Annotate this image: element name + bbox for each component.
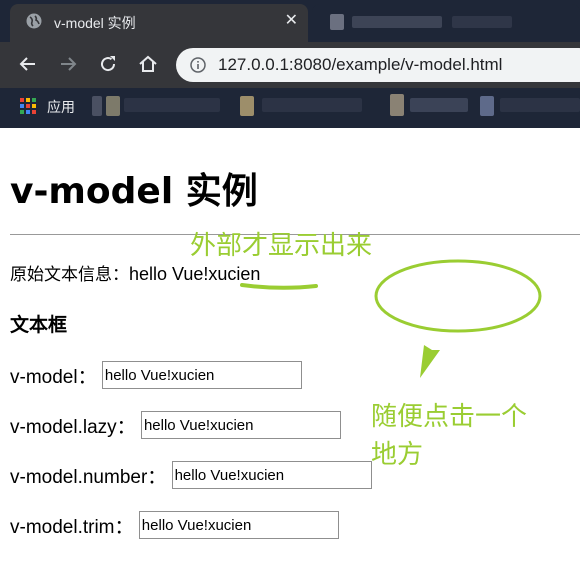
browser-toolbar: 127.0.0.1:8080/example/v-model.html — [0, 42, 580, 88]
back-arrow-icon[interactable] — [16, 52, 40, 76]
field-row-v-model-number: v-model.number： — [10, 461, 372, 489]
blurred-bookmark[interactable] — [92, 96, 102, 116]
field-label: v-model.number： — [10, 466, 167, 488]
reload-icon[interactable] — [96, 52, 120, 76]
tab-title: v-model 实例 — [54, 15, 136, 31]
info-icon[interactable] — [190, 57, 206, 73]
field-label: v-model.trim： — [10, 516, 134, 538]
page-title: v-model 实例 — [10, 171, 258, 212]
v-model-input[interactable] — [101, 361, 302, 389]
field-row-v-model: v-model： — [10, 361, 302, 389]
blurred-favicon — [330, 14, 344, 30]
v-model-trim-input[interactable] — [138, 511, 339, 539]
blurred-bookmark[interactable] — [500, 98, 580, 112]
original-text-label: 原始文本信息： — [10, 265, 129, 285]
annotation-right-line2: 地方 — [371, 440, 424, 470]
page-content: v-model 实例 原始文本信息：hello Vue!xucien 文本框 v… — [0, 128, 580, 582]
bookmarks-bar: 应用 — [0, 88, 580, 128]
blurred-bookmark[interactable] — [410, 98, 468, 112]
home-icon[interactable] — [136, 52, 160, 76]
field-row-v-model-trim: v-model.trim： — [10, 511, 339, 539]
blurred-bookmark[interactable] — [480, 96, 494, 116]
annotation-right-line1: 随便点击一个 — [371, 402, 528, 432]
globe-icon — [26, 13, 42, 29]
blurred-bookmark[interactable] — [390, 94, 404, 116]
blurred-bookmark[interactable] — [240, 96, 254, 116]
address-bar[interactable]: 127.0.0.1:8080/example/v-model.html — [176, 48, 580, 82]
url-text: 127.0.0.1:8080/example/v-model.html — [218, 55, 503, 74]
v-model-number-input[interactable] — [171, 461, 372, 489]
annotation-right-note: 随便点击一个 地方 — [371, 398, 527, 474]
forward-arrow-icon[interactable] — [56, 52, 80, 76]
inactive-tab[interactable] — [312, 4, 580, 42]
v-model-lazy-input[interactable] — [140, 411, 341, 439]
original-text-value: hello Vue!xucien — [129, 264, 261, 284]
field-label: v-model.lazy： — [10, 416, 136, 438]
apps-bookmark-label[interactable]: 应用 — [47, 97, 75, 117]
blurred-bookmark[interactable] — [124, 98, 220, 112]
active-tab[interactable]: v-model 实例 ✕ — [10, 4, 308, 42]
annotation-top-note: 外部才显示出来 — [190, 231, 373, 261]
blurred-bookmark[interactable] — [106, 96, 120, 116]
field-row-v-model-lazy: v-model.lazy： — [10, 411, 341, 439]
close-icon[interactable]: ✕ — [285, 10, 298, 29]
blurred-bookmark[interactable] — [262, 98, 362, 112]
section-heading: 文本框 — [10, 314, 68, 336]
blurred-tab-title — [352, 16, 442, 28]
blurred-tab-title-part — [452, 16, 512, 28]
original-text-line: 原始文本信息：hello Vue!xucien — [10, 260, 260, 285]
field-label: v-model： — [10, 366, 97, 388]
tab-strip: v-model 实例 ✕ — [0, 0, 580, 42]
apps-grid-icon[interactable] — [20, 98, 36, 114]
